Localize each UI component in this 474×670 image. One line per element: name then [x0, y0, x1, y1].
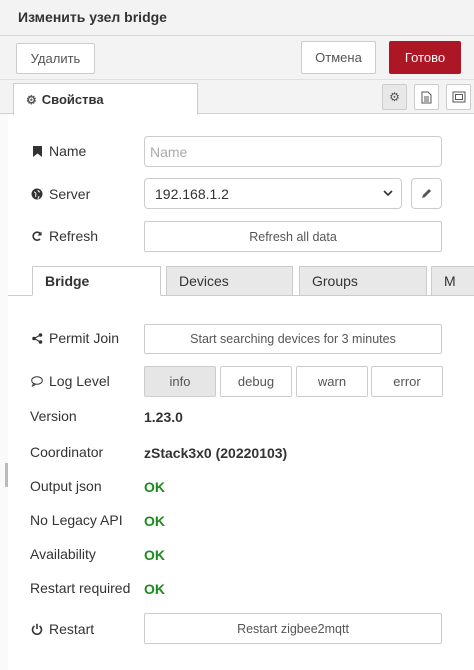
subtab-devices[interactable]: Devices	[166, 266, 293, 296]
gear-icon: ⚙	[389, 90, 400, 104]
name-label: Name	[49, 143, 87, 159]
log-level-label: Log Level	[49, 373, 110, 389]
share-icon	[30, 332, 44, 344]
version-label: Version	[30, 408, 77, 424]
server-value: 192.168.1.2	[155, 185, 229, 202]
delete-button[interactable]: Удалить	[16, 43, 95, 74]
resize-handle[interactable]	[5, 463, 8, 487]
refresh-label: Refresh	[49, 228, 99, 244]
dialog-title: Изменить узел bridge	[18, 9, 167, 25]
tab-properties[interactable]: ⚙ Свойства	[13, 83, 198, 115]
done-button[interactable]: Готово	[389, 41, 461, 74]
permit-join-label-row: Permit Join	[30, 330, 119, 346]
permit-join-button[interactable]: Start searching devices for 3 minutes	[144, 324, 442, 354]
comment-icon	[30, 375, 44, 387]
restart-button[interactable]: Restart zigbee2mqtt	[144, 613, 442, 644]
bookmark-icon	[30, 145, 44, 157]
restart-label-row: Restart	[30, 621, 94, 637]
log-level-error[interactable]: error	[371, 366, 443, 397]
restart-label: Restart	[49, 621, 95, 637]
pencil-icon	[422, 189, 431, 198]
document-icon	[421, 91, 432, 103]
restart-required-status: OK	[144, 581, 165, 597]
refresh-label-row: Refresh	[30, 228, 98, 244]
globe-icon	[30, 188, 44, 200]
restart-required-label: Restart required	[30, 580, 131, 596]
edit-server-button[interactable]	[411, 178, 442, 209]
gear-icon: ⚙	[26, 92, 37, 107]
tab-settings[interactable]: ⚙	[382, 84, 407, 110]
frame-icon	[452, 91, 465, 103]
cancel-button[interactable]: Отмена	[301, 41, 376, 74]
log-level-debug[interactable]: debug	[220, 366, 292, 397]
permit-join-label: Permit Join	[49, 330, 120, 346]
server-select[interactable]: 192.168.1.2	[144, 178, 402, 209]
log-level-label-row: Log Level	[30, 373, 110, 389]
output-json-label: Output json	[30, 478, 102, 494]
no-legacy-api-label: No Legacy API	[30, 512, 123, 528]
subtab-groups[interactable]: Groups	[299, 266, 427, 296]
output-json-status: OK	[144, 479, 165, 495]
coordinator-value: zStack3x0 (20220103)	[144, 445, 288, 461]
tab-appearance[interactable]	[446, 84, 471, 110]
log-level-info[interactable]: info	[144, 366, 216, 397]
server-label: Server	[49, 186, 91, 202]
server-label-row: Server	[30, 186, 90, 202]
version-value: 1.23.0	[144, 409, 183, 425]
chevron-down-icon	[383, 190, 393, 197]
dialog-titlebar: Изменить узел bridge	[0, 0, 474, 36]
tab-description[interactable]	[414, 84, 439, 110]
dialog-action-bar: Удалить Отмена Готово	[0, 36, 474, 80]
name-field[interactable]: Name	[144, 136, 442, 167]
name-placeholder: Name	[150, 143, 188, 160]
left-rail	[0, 114, 8, 670]
refresh-all-button[interactable]: Refresh all data	[144, 221, 442, 252]
power-icon	[30, 623, 44, 635]
coordinator-label: Coordinator	[30, 444, 104, 460]
log-level-warn[interactable]: warn	[296, 366, 368, 397]
availability-label: Availability	[30, 546, 96, 562]
refresh-icon	[30, 230, 44, 242]
subtab-bridge[interactable]: Bridge	[32, 266, 161, 296]
subtab-more[interactable]: M	[431, 266, 474, 296]
tab-properties-label: Свойства	[41, 92, 104, 107]
no-legacy-api-status: OK	[144, 513, 165, 529]
availability-status: OK	[144, 547, 165, 563]
name-label-row: Name	[30, 143, 86, 159]
